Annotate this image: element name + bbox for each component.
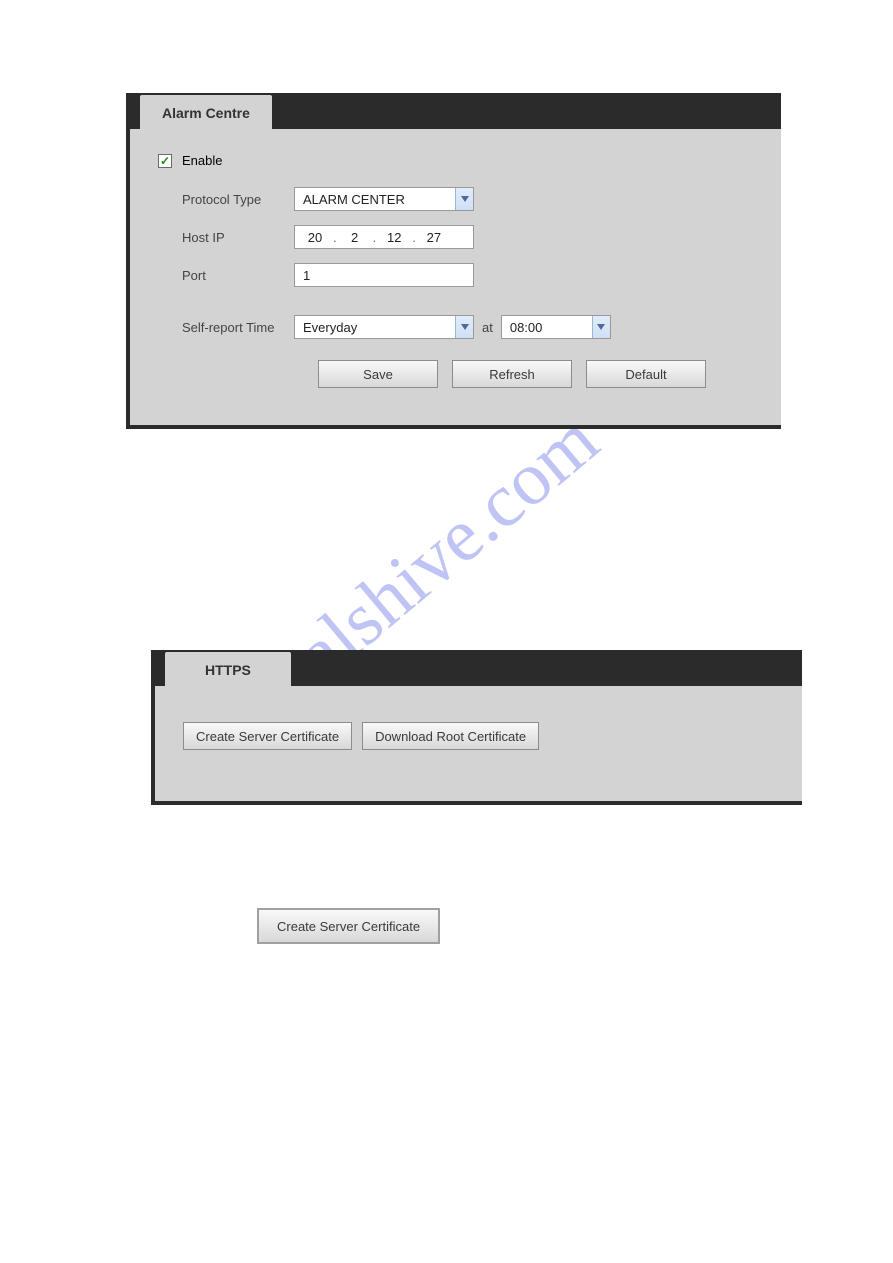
checkmark-icon: ✓: [160, 155, 170, 167]
ip-seg-1[interactable]: [299, 230, 331, 245]
self-report-time-value: 08:00: [502, 320, 592, 335]
create-server-cert-button[interactable]: Create Server Certificate: [183, 722, 352, 750]
default-button[interactable]: Default: [586, 360, 706, 388]
tab-row: HTTPS: [155, 650, 802, 686]
alarm-centre-body: ✓ Enable Protocol Type ALARM CENTER Host…: [130, 129, 781, 425]
enable-checkbox[interactable]: ✓: [158, 154, 172, 168]
chevron-down-icon: [455, 316, 473, 338]
self-report-day-value: Everyday: [295, 320, 455, 335]
self-report-label: Self-report Time: [158, 320, 294, 335]
ip-seg-2[interactable]: [339, 230, 371, 245]
https-panel: HTTPS Create Server Certificate Download…: [151, 650, 802, 805]
ip-seg-3[interactable]: [378, 230, 410, 245]
ip-seg-4[interactable]: [418, 230, 450, 245]
tab-alarm-centre[interactable]: Alarm Centre: [140, 95, 272, 131]
protocol-type-label: Protocol Type: [158, 192, 294, 207]
host-ip-label: Host IP: [158, 230, 294, 245]
at-label: at: [480, 320, 495, 335]
chevron-down-icon: [592, 316, 610, 338]
ip-dot: .: [333, 230, 337, 245]
refresh-button[interactable]: Refresh: [452, 360, 572, 388]
download-root-cert-button[interactable]: Download Root Certificate: [362, 722, 539, 750]
ip-dot: .: [373, 230, 377, 245]
create-server-cert-button-standalone[interactable]: Create Server Certificate: [257, 908, 440, 944]
chevron-down-icon: [455, 188, 473, 210]
tab-https[interactable]: HTTPS: [165, 652, 291, 688]
protocol-type-select[interactable]: ALARM CENTER: [294, 187, 474, 211]
port-label: Port: [158, 268, 294, 283]
self-report-day-select[interactable]: Everyday: [294, 315, 474, 339]
ip-dot: .: [412, 230, 416, 245]
port-input[interactable]: [294, 263, 474, 287]
self-report-time-select[interactable]: 08:00: [501, 315, 611, 339]
enable-label: Enable: [182, 153, 222, 168]
tab-row: Alarm Centre: [130, 93, 781, 129]
save-button[interactable]: Save: [318, 360, 438, 388]
standalone-button-wrap: Create Server Certificate: [257, 908, 440, 944]
protocol-type-value: ALARM CENTER: [295, 192, 455, 207]
alarm-centre-panel: Alarm Centre ✓ Enable Protocol Type ALAR…: [126, 93, 781, 429]
https-body: Create Server Certificate Download Root …: [155, 686, 802, 801]
host-ip-input[interactable]: . . .: [294, 225, 474, 249]
